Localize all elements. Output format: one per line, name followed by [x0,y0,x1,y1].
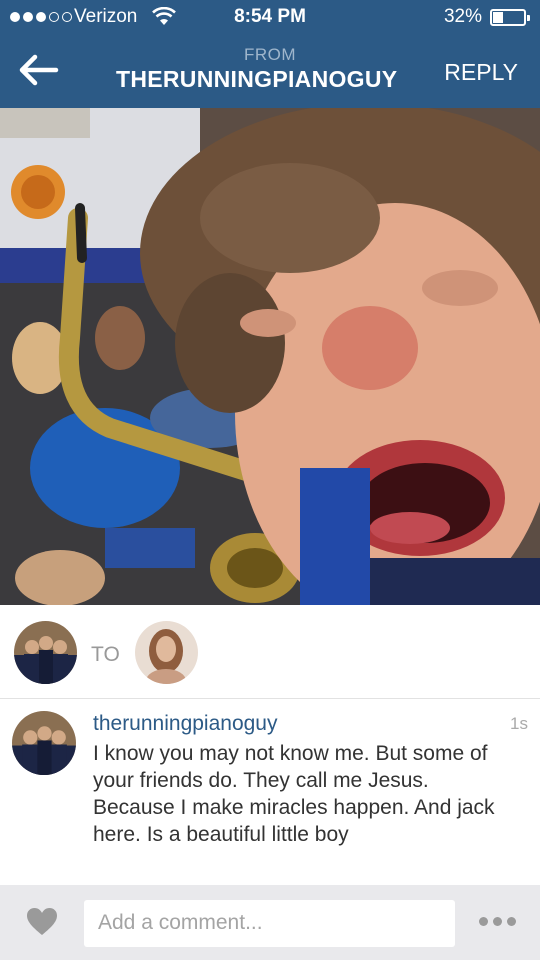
recipient-avatar[interactable] [135,621,198,684]
comment-timestamp: 1s [510,714,528,733]
battery-icon [490,9,530,26]
reply-button[interactable]: REPLY [444,59,518,86]
comment-avatar[interactable] [12,711,76,775]
comment-bar: Add a comment... [0,885,540,960]
status-bar: Verizon 8:54 PM 32% [0,0,540,36]
comment-text: I know you may not know me. But some of … [93,742,495,846]
more-options-icon[interactable] [479,917,516,926]
comment-username[interactable]: therunningpianoguy [93,712,278,736]
heart-icon[interactable] [27,908,57,936]
sender-name[interactable]: THERUNNINGPIANOGUY [116,66,397,93]
recipients-row: TO [0,605,540,699]
sender-avatar[interactable] [14,621,77,684]
comment-input[interactable]: Add a comment... [84,900,455,947]
header: Verizon 8:54 PM 32% FROM THERUNNINGPIANO… [0,0,540,108]
direct-message-photo[interactable] [0,108,540,605]
message-comment: therunningpianoguy 1s I know you may not… [0,700,540,885]
to-label: TO [91,643,120,666]
battery-percent: 32% [443,6,482,27]
battery-fill [493,12,504,23]
